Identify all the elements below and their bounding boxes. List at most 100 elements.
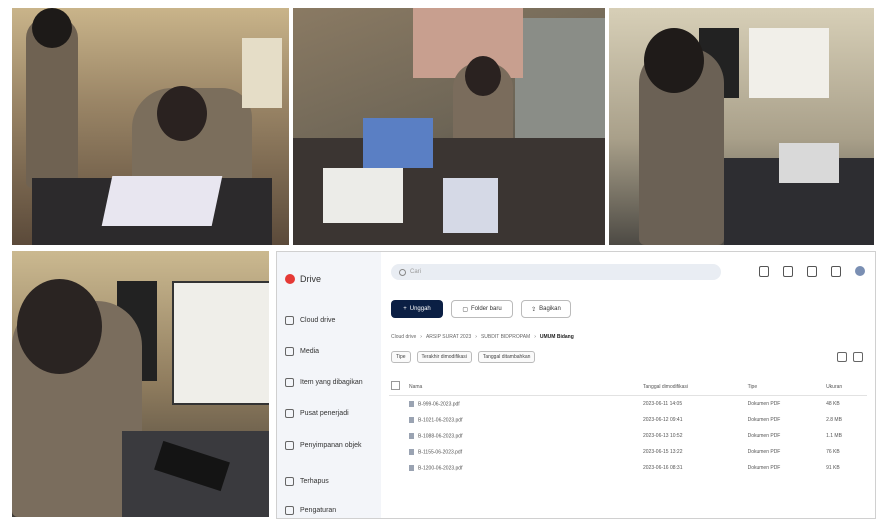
table-header-row: Nama Tanggal dimodifikasi Tipe Ukuran xyxy=(389,378,867,396)
sidebar-item-label: Terhapus xyxy=(300,478,329,485)
sidebar-item-label: Penyimpanan objek xyxy=(300,442,362,449)
table-row[interactable]: B-1155-06-2023.pdf 2023-06-15 13:22 Dokume… xyxy=(389,444,867,460)
info-icon[interactable] xyxy=(853,352,863,362)
file-name[interactable]: B-1088-06-2023.pdf xyxy=(418,433,462,439)
table-row[interactable]: B-999-06-2023.pdf 2023-06-11 14:05 Dokumen… xyxy=(389,396,867,413)
select-all-checkbox[interactable] xyxy=(391,381,400,390)
file-date: 2023-06-13 10:52 xyxy=(643,433,683,439)
cloud-icon xyxy=(285,316,294,325)
file-name[interactable]: B-1155-06-2023.pdf xyxy=(418,449,462,455)
pdf-file-icon xyxy=(409,448,414,455)
breadcrumb: Cloud drive › ARSIP SURAT 2023 › SUBDIT BI… xyxy=(391,334,574,340)
drive-logo-text: Drive xyxy=(300,274,322,284)
filter-bar: Tipe Terakhir dimodifikasi Tanggal ditam… xyxy=(391,351,536,363)
file-date: 2023-06-15 13:22 xyxy=(643,449,683,455)
filter-added[interactable]: Tanggal ditambahkan xyxy=(477,351,536,363)
search-input[interactable]: Cari xyxy=(391,264,721,280)
column-type[interactable]: Tipe xyxy=(745,378,825,396)
file-date: 2023-06-12 09:41 xyxy=(643,417,683,423)
view-toggle xyxy=(837,352,863,362)
sidebar-item-label: Item yang dibagikan xyxy=(300,379,363,386)
hijab xyxy=(465,56,501,96)
file-type: Dokumen PDF xyxy=(747,401,781,407)
table-row[interactable]: B-1021-06-2023.pdf 2023-06-12 09:41 Dokume… xyxy=(389,412,867,428)
upload-label: Unggah xyxy=(409,306,431,312)
blue-folder xyxy=(363,118,433,168)
shared-icon xyxy=(285,378,294,387)
top-toolbar xyxy=(759,266,865,277)
share-label: Bagikan xyxy=(539,306,561,312)
sidebar-item-settings[interactable]: Pengaturan xyxy=(285,506,336,515)
menu-icon[interactable] xyxy=(759,266,769,277)
sidebar-item-label: Media xyxy=(300,348,320,355)
sidebar-item-media[interactable]: Media xyxy=(285,347,319,356)
photo-officer-at-computer xyxy=(12,251,269,517)
filter-type[interactable]: Tipe xyxy=(391,351,411,363)
trash-icon xyxy=(285,477,294,486)
file-size: 76 KB xyxy=(826,449,840,455)
breadcrumb-item[interactable]: Cloud drive xyxy=(391,334,416,340)
pdf-file-icon xyxy=(409,464,414,471)
sidebar-item-sync[interactable]: Pusat penerjadi xyxy=(285,409,349,418)
printer xyxy=(779,143,839,183)
new-folder-button[interactable]: ▢ Folder baru xyxy=(451,300,513,318)
file-date: 2023-06-16 08:31 xyxy=(643,465,683,471)
sidebar-item-label: Pusat penerjadi xyxy=(300,410,349,417)
apps-icon[interactable] xyxy=(807,266,817,277)
file-name[interactable]: B-1021-06-2023.pdf xyxy=(418,417,462,423)
pdf-file-icon xyxy=(409,400,414,407)
sidebar-item-label: Pengaturan xyxy=(300,507,337,514)
pdf-file-icon xyxy=(409,416,414,423)
breadcrumb-item[interactable]: SUBDIT BIDPROPAM xyxy=(481,334,530,340)
file-type: Dokumen PDF xyxy=(747,449,781,455)
column-name[interactable]: Nama xyxy=(407,378,641,396)
window xyxy=(242,38,282,108)
table-row[interactable]: B-1200-06-2023.pdf 2023-06-16 08:31 Dokume… xyxy=(389,460,867,476)
file-name[interactable]: B-1200-06-2023.pdf xyxy=(418,465,462,471)
share-icon: ⇪ xyxy=(531,306,537,313)
hijab xyxy=(157,86,207,141)
sidebar-item-storage[interactable]: Penyimpanan objek xyxy=(285,441,362,450)
officer-head xyxy=(32,8,72,48)
breadcrumb-item[interactable]: ARSIP SURAT 2023 xyxy=(426,334,471,340)
file-table: Nama Tanggal dimodifikasi Tipe Ukuran B-… xyxy=(389,378,867,476)
drive-logo[interactable]: Drive xyxy=(285,274,321,284)
document-stack xyxy=(443,178,498,233)
file-type: Dokumen PDF xyxy=(747,433,781,439)
whiteboard xyxy=(749,28,829,98)
upload-button[interactable]: + Unggah xyxy=(391,300,443,318)
share-button[interactable]: ⇪ Bagikan xyxy=(521,300,571,318)
sidebar-item-trash[interactable]: Terhapus xyxy=(285,477,329,486)
new-folder-label: Folder baru xyxy=(470,306,502,312)
plus-icon: + xyxy=(403,306,407,312)
file-type: Dokumen PDF xyxy=(747,465,781,471)
filter-modified[interactable]: Terakhir dimodifikasi xyxy=(416,351,472,363)
avatar[interactable] xyxy=(855,266,865,276)
sidebar-item-shared[interactable]: Item yang dibagikan xyxy=(285,378,363,387)
photo-officer-at-printer xyxy=(609,8,874,245)
table-row[interactable]: B-1088-06-2023.pdf 2023-06-13 10:52 Dokume… xyxy=(389,428,867,444)
list-view-icon[interactable] xyxy=(837,352,847,362)
settings-icon xyxy=(285,506,294,515)
storage-icon xyxy=(285,441,294,450)
search-placeholder: Cari xyxy=(410,269,422,275)
folder-icon: ▢ xyxy=(462,306,468,313)
drive-sidebar: Drive Cloud drive Media Item yang dibagi… xyxy=(277,252,381,518)
file-type: Dokumen PDF xyxy=(747,417,781,423)
file-size: 48 KB xyxy=(826,401,840,407)
drive-main: Cari + Unggah ▢ Folder baru ⇪ Bagikan Cloud… xyxy=(381,252,875,518)
papers xyxy=(323,168,403,223)
sidebar-item-cloud-drive[interactable]: Cloud drive xyxy=(285,316,335,325)
column-size[interactable]: Ukuran xyxy=(824,378,867,396)
photo-officer-at-filing-desk xyxy=(293,8,605,245)
help-icon[interactable] xyxy=(783,266,793,277)
sync-icon xyxy=(285,409,294,418)
bell-icon[interactable] xyxy=(831,266,841,277)
search-icon xyxy=(399,268,406,276)
file-size: 91 KB xyxy=(826,465,840,471)
file-name[interactable]: B-999-06-2023.pdf xyxy=(418,401,460,407)
monitor xyxy=(172,281,269,405)
hijab xyxy=(17,279,102,374)
breadcrumb-current: UMUM Bidang xyxy=(539,334,574,340)
column-date[interactable]: Tanggal dimodifikasi xyxy=(641,378,746,396)
